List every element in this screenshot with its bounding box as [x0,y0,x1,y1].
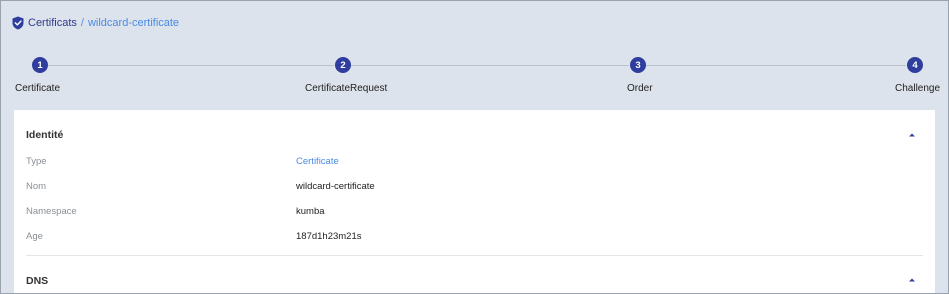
age-label: Age [26,231,43,242]
app-frame: Certificats / wildcard-certificate 1 2 3… [0,0,949,294]
step-3-indicator[interactable]: 3 [630,57,646,73]
name-value: wildcard-certificate [296,181,375,192]
breadcrumb-current: wildcard-certificate [87,17,180,29]
type-label: Type [26,156,47,167]
age-value: 187d1h23m21s [296,231,362,242]
details-card: Identité Type Certificate Nom wildcard-c… [14,110,935,293]
step-4-label[interactable]: Challenge [895,83,940,94]
shield-check-icon [12,16,24,30]
breadcrumb-separator: / [80,17,84,29]
dns-section-title[interactable]: DNS [26,275,48,287]
type-value-link[interactable]: Certificate [296,156,339,167]
chevron-up-icon[interactable] [908,132,916,138]
step-connector [48,65,334,66]
namespace-value: kumba [296,206,325,217]
step-2-label[interactable]: CertificateRequest [305,83,387,94]
chevron-up-icon[interactable] [908,277,916,283]
step-connector [646,65,906,66]
section-divider [26,255,923,256]
step-3-label[interactable]: Order [627,83,653,94]
name-label: Nom [26,181,47,192]
breadcrumb: Certificats / wildcard-certificate [12,15,179,31]
step-4-indicator[interactable]: 4 [907,57,923,73]
namespace-label: Namespace [26,206,77,217]
step-1-label[interactable]: Certificate [15,83,60,94]
breadcrumb-root-link[interactable]: Certificats [28,17,77,29]
step-2-indicator[interactable]: 2 [335,57,351,73]
step-connector [351,65,629,66]
step-1-indicator[interactable]: 1 [32,57,48,73]
identity-section-title[interactable]: Identité [26,129,63,141]
